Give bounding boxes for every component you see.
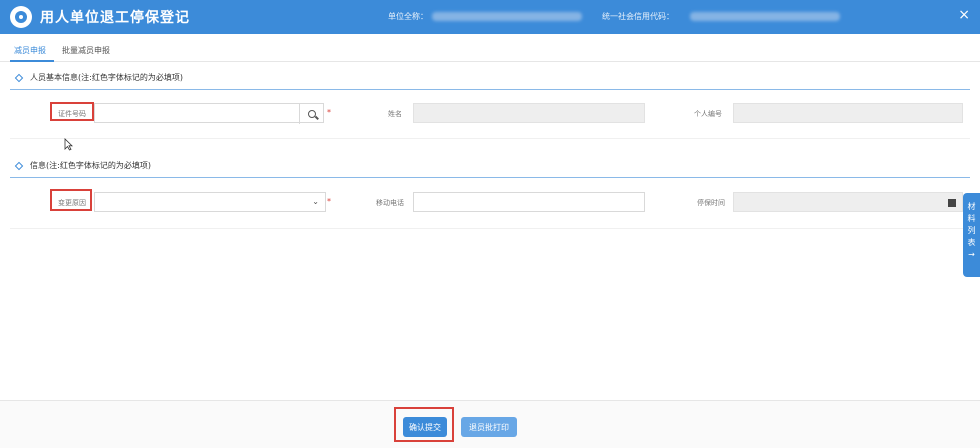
calendar-icon[interactable] xyxy=(942,193,962,213)
print-button[interactable]: 退员批打印 xyxy=(461,417,517,437)
personal-no-input xyxy=(733,103,963,123)
diamond-icon xyxy=(14,161,24,170)
chevron-down-icon: ⌄ xyxy=(312,197,319,206)
title-bar: 用人单位退工停保登记 单位全称： 统一社会信用代码： × xyxy=(0,0,980,34)
change-reason-label-highlight xyxy=(50,189,92,211)
stop-time-label: 停保时间 xyxy=(697,199,725,207)
id-number-label-highlight xyxy=(50,102,94,121)
tab-reduction[interactable]: 减员申报 xyxy=(14,45,46,56)
section-info-title: 信息(注:红色字体标记的为必填项) xyxy=(30,161,151,170)
section-basic-info-title: 人员基本信息(注:红色字体标记的为必填项) xyxy=(30,73,183,82)
change-reason-select[interactable]: ⌄ xyxy=(94,192,326,212)
required-mark: * xyxy=(327,197,331,206)
material-list-side-tab[interactable]: 材 料 列 表 → xyxy=(963,193,980,277)
tab-batch-reduction[interactable]: 批量减员申报 xyxy=(62,45,110,56)
section-basic-info: 人员基本信息(注:红色字体标记的为必填项) xyxy=(14,72,183,83)
search-button[interactable] xyxy=(299,104,323,124)
mobile-input[interactable] xyxy=(413,192,645,212)
close-icon[interactable]: × xyxy=(958,7,970,23)
side-tab-char: 料 xyxy=(967,214,976,223)
section-divider xyxy=(10,177,970,178)
page-title: 用人单位退工停保登记 xyxy=(40,10,190,26)
tab-bar: 减员申报 批量减员申报 xyxy=(0,40,980,62)
side-tab-char: 表 xyxy=(967,238,976,247)
required-mark: * xyxy=(327,108,331,117)
row-divider xyxy=(10,138,970,139)
confirm-submit-button[interactable]: 确认提交 xyxy=(403,417,447,437)
arrow-right-icon: → xyxy=(968,250,975,259)
diamond-icon xyxy=(14,73,24,82)
row-divider xyxy=(10,228,970,229)
id-number-input[interactable] xyxy=(94,103,324,124)
unit-name-label: 单位全称： xyxy=(388,12,428,21)
active-tab-indicator xyxy=(10,60,54,62)
side-tab-char: 材 xyxy=(967,202,976,211)
logo-icon xyxy=(10,6,32,28)
name-input xyxy=(413,103,645,123)
credit-code-value-blurred xyxy=(690,12,840,21)
side-tab-char: 列 xyxy=(967,226,976,235)
search-icon xyxy=(307,110,316,118)
mobile-label: 移动电话 xyxy=(376,199,404,207)
section-divider xyxy=(10,89,970,90)
name-label: 姓名 xyxy=(388,110,402,118)
credit-code-label: 统一社会信用代码： xyxy=(602,12,674,21)
section-info: 信息(注:红色字体标记的为必填项) xyxy=(14,160,151,171)
footer-bar: 确认提交 退员批打印 xyxy=(0,400,980,448)
mouse-cursor-icon xyxy=(64,138,73,151)
personal-no-label: 个人编号 xyxy=(694,110,722,118)
unit-name-value-blurred xyxy=(432,12,582,21)
stop-time-input[interactable] xyxy=(733,192,963,212)
